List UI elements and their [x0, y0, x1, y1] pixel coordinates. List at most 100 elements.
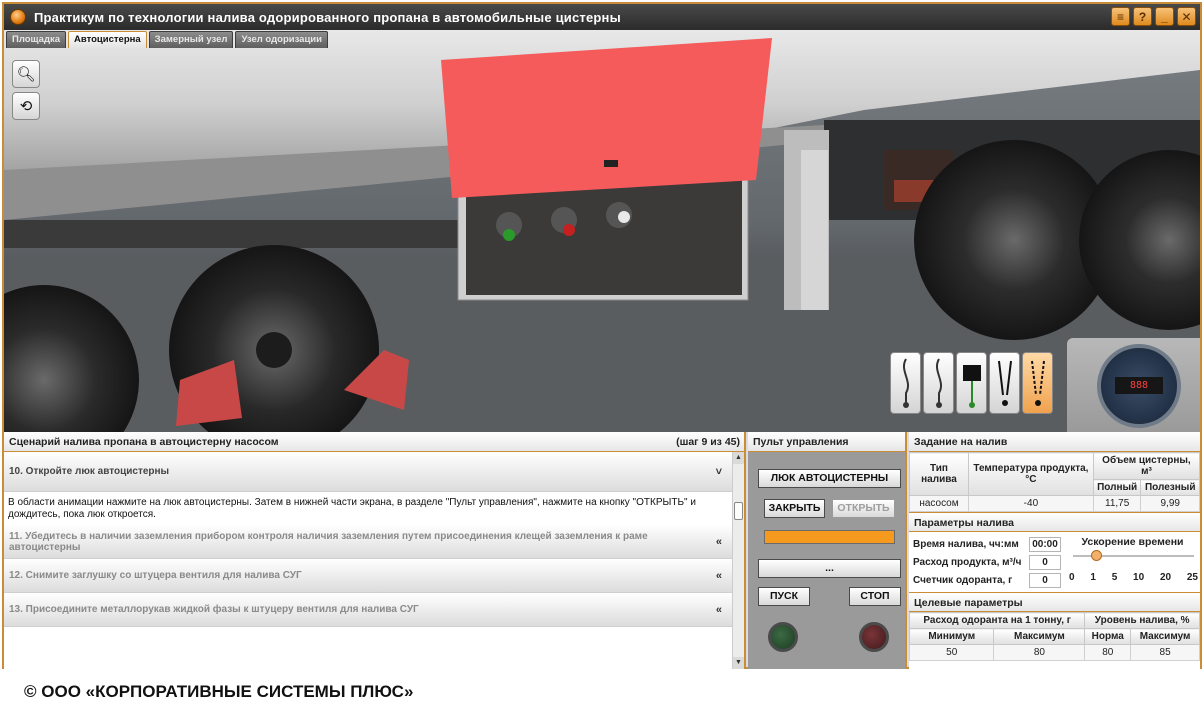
- param-row: Время налива, чч:мм 00:00: [909, 535, 1065, 553]
- speedup-thumb[interactable]: [1091, 550, 1102, 561]
- close-hatch-button[interactable]: ЗАКРЫТЬ: [764, 499, 825, 518]
- tab-site[interactable]: Площадка: [6, 31, 67, 48]
- tick-label: 5: [1111, 572, 1118, 583]
- speedup-ticks: 0 1 5 10 20 25: [1069, 572, 1198, 583]
- scrollbar[interactable]: ▲ ▼: [732, 452, 744, 669]
- col-max: Максимум: [993, 628, 1086, 645]
- speedup-area: Ускорение времени 0 1 5 10 20 25: [1065, 532, 1200, 592]
- step-label: 13. Присоедините металлорукав жидкой фаз…: [9, 604, 419, 615]
- col-max-level: Максимум: [1130, 628, 1200, 645]
- chevron-left-icon[interactable]: «: [716, 570, 722, 582]
- ellipsis-button[interactable]: ...: [758, 559, 901, 578]
- scroll-down-icon[interactable]: ▼: [733, 657, 744, 669]
- scenario-header: Сценарий налива пропана в автоцистерну н…: [4, 432, 744, 452]
- cell-type: насосом: [909, 495, 969, 512]
- ground-clamp-cable-icon[interactable]: [890, 352, 921, 414]
- ground-chain-icon[interactable]: [1022, 352, 1053, 414]
- copyright: © ООО «КОРПОРАТИВНЫЕ СИСТЕМЫ ПЛЮС»: [24, 682, 414, 701]
- camera-rotate-icon[interactable]: ⟲: [12, 92, 40, 120]
- param-row: Расход продукта, м³/ч 0: [909, 553, 1065, 571]
- animation-viewport[interactable]: 🔍︎ ⟲ 888: [4, 30, 1200, 432]
- tick-label: 20: [1159, 572, 1172, 583]
- tab-odorization-unit[interactable]: Узел одоризации: [235, 31, 328, 48]
- steps-list: 10. Откройте люк автоцистерны ˅ В област…: [4, 452, 732, 669]
- grounding-tools: [890, 352, 1053, 414]
- chevron-left-icon[interactable]: «: [716, 604, 722, 616]
- ground-clamps-icon[interactable]: [989, 352, 1020, 414]
- col-odorant: Расход одоранта на 1 тонну, г: [908, 612, 1086, 629]
- flow-rate-field: 0: [1029, 554, 1061, 570]
- params-list: Время налива, чч:мм 00:00 Расход продукт…: [909, 532, 1065, 592]
- chevron-down-icon[interactable]: ˅: [716, 466, 722, 478]
- start-lamp-icon: [768, 622, 798, 652]
- magnifier-icon[interactable]: 🔍︎: [12, 60, 40, 88]
- table-row: 50 80 80 85: [908, 644, 1200, 661]
- ground-clamp-cable-icon[interactable]: [923, 352, 954, 414]
- tick-label: 25: [1186, 572, 1198, 583]
- window-controls: ≡ ? _ ✕: [1111, 7, 1196, 26]
- col-min: Минимум: [908, 628, 995, 645]
- app-window: Практикум по технологии налива одорирова…: [2, 2, 1202, 669]
- col-temp: Температура продукта, °С: [967, 452, 1094, 496]
- tick-label: 0: [1069, 572, 1075, 583]
- scroll-thumb[interactable]: [734, 502, 743, 520]
- control-panel: Пульт управления ЛЮК АВТОЦИСТЕРНЫ ЗАКРЫТ…: [748, 432, 907, 669]
- param-row: Счетчик одоранта, г 0: [909, 571, 1065, 589]
- step-item[interactable]: 11. Убедитесь в наличии заземления прибо…: [4, 525, 732, 559]
- step-item[interactable]: 12. Снимите заглушку со штуцера вентиля …: [4, 559, 732, 593]
- chevron-left-icon[interactable]: «: [716, 536, 722, 548]
- step-item[interactable]: 10. Откройте люк автоцистерны ˅: [4, 452, 732, 492]
- col-full: Полный: [1092, 479, 1142, 496]
- ground-meter[interactable]: 888: [1067, 338, 1200, 432]
- cell-temp: -40: [967, 495, 1094, 512]
- cell-useful: 9,99: [1140, 495, 1200, 512]
- control-title: Пульт управления: [748, 432, 905, 452]
- col-useful: Полезный: [1140, 479, 1200, 496]
- speedup-title: Ускорение времени: [1081, 536, 1184, 548]
- progress-fill: [765, 531, 894, 543]
- cell-min: 50: [908, 644, 995, 661]
- meter-display: 888: [1115, 377, 1163, 394]
- tab-bar: Площадка Автоцистерна Замерный узел Узел…: [6, 31, 328, 48]
- col-type: Тип налива: [909, 452, 969, 496]
- hatch-progress: [764, 530, 895, 544]
- start-button[interactable]: ПУСК: [758, 587, 810, 606]
- ground-tester-icon[interactable]: [956, 352, 987, 414]
- targets-title: Целевые параметры: [909, 592, 1200, 612]
- hatch-button[interactable]: ЛЮК АВТОЦИСТЕРНЫ: [758, 469, 901, 488]
- param-label: Время налива, чч:мм: [913, 538, 1019, 550]
- tick-label: 10: [1133, 572, 1145, 583]
- step-label: 12. Снимите заглушку со штуцера вентиля …: [9, 570, 302, 581]
- open-hatch-button[interactable]: ОТКРЫТЬ: [832, 499, 895, 518]
- tab-tanker[interactable]: Автоцистерна: [68, 31, 147, 48]
- odorant-counter-field: 0: [1029, 572, 1061, 588]
- params-title: Параметры налива: [909, 512, 1200, 532]
- cell-max: 80: [993, 644, 1086, 661]
- stop-button[interactable]: СТОП: [849, 587, 901, 606]
- tab-metering-unit[interactable]: Замерный узел: [148, 31, 234, 48]
- scenario-panel: Сценарий налива пропана в автоцистерну н…: [4, 432, 746, 669]
- param-label: Счетчик одоранта, г: [913, 574, 1013, 586]
- task-panel: Задание на налив Тип налива Температура …: [908, 432, 1201, 669]
- param-label: Расход продукта, м³/ч: [913, 556, 1022, 568]
- scroll-up-icon[interactable]: ▲: [733, 452, 744, 464]
- help-button[interactable]: ?: [1133, 7, 1152, 26]
- scenario-title: Сценарий налива пропана в автоцистерну н…: [9, 436, 279, 448]
- step-label: 10. Откройте люк автоцистерны: [9, 466, 170, 477]
- col-norm: Норма: [1084, 628, 1132, 645]
- col-level: Уровень налива, %: [1084, 612, 1200, 629]
- step-description: В области анимации нажмите на люк автоци…: [4, 492, 732, 525]
- step-label: 11. Убедитесь в наличии заземления прибо…: [9, 530, 648, 553]
- step-counter: (шаг 9 из 45): [676, 436, 740, 448]
- app-logo-icon: [10, 9, 26, 25]
- cell-max-level: 85: [1130, 644, 1200, 661]
- step-item[interactable]: 13. Присоедините металлорукав жидкой фаз…: [4, 593, 732, 627]
- menu-button[interactable]: ≡: [1111, 7, 1130, 26]
- task-table: Тип налива Температура продукта, °С Объе…: [909, 452, 1201, 512]
- col-volume: Объем цистерны, м³: [1092, 452, 1201, 480]
- targets-table: Расход одоранта на 1 тонну, г Уровень на…: [908, 612, 1200, 661]
- fill-time-field: 00:00: [1029, 536, 1061, 552]
- minimize-button[interactable]: _: [1155, 7, 1174, 26]
- close-button[interactable]: ✕: [1177, 7, 1196, 26]
- table-row: насосом -40 11,75 9,99: [909, 495, 1200, 512]
